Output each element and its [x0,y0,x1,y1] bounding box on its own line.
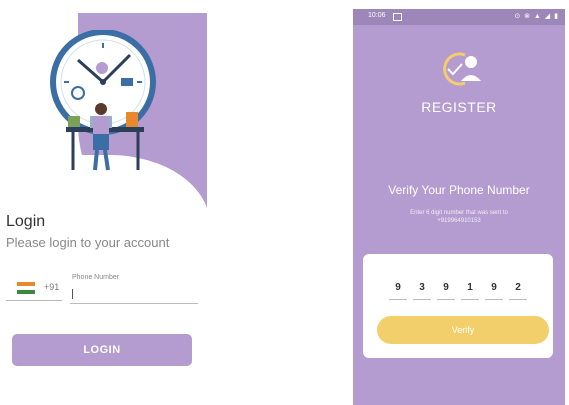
otp-digit-4[interactable]: 1 [462,282,478,293]
user-check-icon [443,52,481,86]
otp-digit-6[interactable]: 2 [510,282,526,293]
status-icons: ⊙ ⊗ ▲ ◢ ▮ [514,13,559,20]
otp-digit-5[interactable]: 9 [486,282,502,293]
phone-number-label: Phone Number [72,274,120,281]
login-screen: Login Please login to your account +91 P… [0,0,215,405]
otp-underline [437,299,455,300]
otp-underline [413,299,431,300]
country-code-underline [6,300,62,301]
verify-button[interactable]: Verify [377,316,549,344]
verify-instructions: Enter 6 digit number that was sent to +9… [410,210,508,224]
otp-underline [509,299,527,300]
login-title: Login [6,213,46,230]
status-bar: 10:06 ⊙ ⊗ ▲ ◢ ▮ [353,9,565,25]
country-code[interactable]: +91 [44,282,59,292]
otp-digit-1[interactable]: 9 [390,282,406,293]
otp-underline [389,299,407,300]
register-screen: 10:06 ⊙ ⊗ ▲ ◢ ▮ REGISTER Verify Your Pho… [353,9,565,405]
otp-underline [485,299,503,300]
verify-title: Verify Your Phone Number [388,183,530,197]
phone-number-input[interactable] [72,289,73,299]
otp-digit-3[interactable]: 9 [438,282,454,293]
message-notification-icon [393,13,402,21]
login-subtitle: Please login to your account [6,235,170,250]
clock-workspace-illustration [50,30,156,171]
status-time: 10:06 [368,12,386,19]
otp-underline [461,299,479,300]
register-title: REGISTER [421,99,497,115]
otp-card: 9 3 9 1 9 2 Verify [363,254,553,358]
phone-number-underline [70,303,198,304]
otp-digit-2[interactable]: 3 [414,282,430,293]
india-flag-icon[interactable] [17,282,35,294]
login-button[interactable]: LOGIN [12,334,192,366]
